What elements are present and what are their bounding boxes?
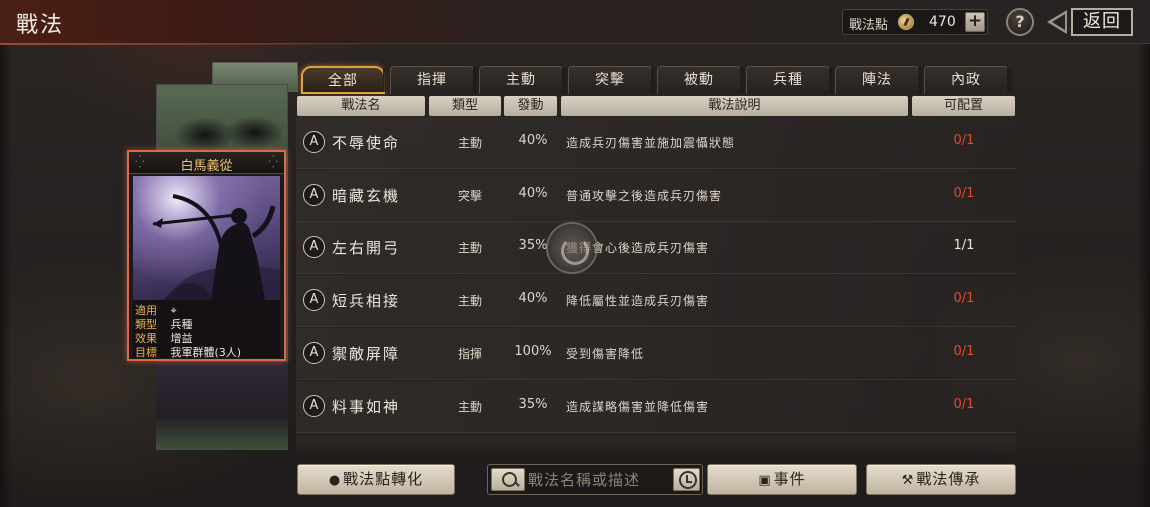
tactic-rate: 40% [518,186,548,201]
clock-icon[interactable] [673,468,700,491]
help-button[interactable]: ? [1006,8,1034,36]
tactic-available-count: 0/1 [953,291,975,306]
tactic-rate: 40% [518,133,548,148]
page-title: 戰法 [16,13,65,38]
tactic-type: 主動 [457,241,482,255]
tactic-description: 普通攻擊之後造成兵刃傷害 [566,189,723,203]
tactic-points-icon [898,14,914,30]
event-label: 事件 [773,470,806,488]
search-box [487,464,703,495]
tactic-rate: 40% [518,291,548,306]
back-button[interactable]: 返回 [1047,8,1139,36]
card-title-bar: 白馬義從 [129,152,284,174]
tab-troop[interactable]: 兵種 [746,66,837,94]
active-type-icon: A [303,236,325,258]
tactic-name: 不辱使命 [332,134,401,152]
active-type-icon: A [303,342,325,364]
top-bar: 戰法 戰法點 470 + ? 返回 [0,0,1150,45]
tactic-points-display: 戰法點 470 + [842,9,988,35]
tactic-description: 受到傷害降低 [566,347,645,361]
table-row[interactable]: A 不辱使命 主動 40% 造成兵刃傷害並施加震懾狀態 0/1 [296,117,1016,169]
column-header-description: 戰法說明 [561,96,908,116]
tactic-name: 短兵相接 [332,292,401,310]
fire-icon: ● [328,473,342,488]
table-row[interactable]: A 料事如神 主動 35% 造成謀略傷害並降低傷害 0/1 [296,381,1016,433]
tab-all[interactable]: 全部 [301,66,391,94]
tactic-available-count: 0/1 [953,133,975,148]
search-icon[interactable] [491,468,525,491]
tab-active[interactable]: 主動 [479,66,570,94]
tactic-type: 主動 [457,136,482,150]
tab-command[interactable]: 指揮 [390,66,481,94]
tactic-points-label: 戰法點 [849,18,889,33]
tactic-name: 暗藏玄機 [332,187,401,205]
tactic-type: 主動 [457,294,482,308]
tab-passive[interactable]: 被動 [657,66,748,94]
back-button-label: 返回 [1071,8,1133,36]
tactic-name: 左右開弓 [332,239,401,257]
card-info-value: 我軍群體(3人) [170,346,242,359]
table-row-partial [296,436,1016,452]
table-row[interactable]: A 禦敵屏障 指揮 100% 受到傷害降低 0/1 [296,328,1016,380]
selected-tactic-card[interactable]: 白馬義從 適用 ⌖ 類型 兵種 效果 增益 目標 我軍群體(3人) [127,150,286,361]
archer-silhouette-icon [152,194,280,300]
right-frame-edge [1138,44,1150,507]
active-type-icon: A [303,131,325,153]
table-row[interactable]: A 短兵相接 主動 40% 降低屬性並造成兵刃傷害 0/1 [296,275,1016,327]
tab-internal[interactable]: 內政 [924,66,1015,94]
tactic-available-count: 1/1 [953,238,975,253]
tab-formation[interactable]: 陣法 [835,66,926,94]
active-type-icon: A [303,184,325,206]
tactic-name: 料事如神 [332,398,401,416]
tactic-name: 禦敵屏障 [332,345,401,363]
table-row[interactable]: A 暗藏玄機 突擊 40% 普通攻擊之後造成兵刃傷害 0/1 [296,170,1016,222]
card-info-key: 目標 [135,346,157,359]
card-info-row: 目標 我軍群體(3人) [135,344,241,360]
tab-assault[interactable]: 突擊 [568,66,659,94]
tactic-available-count: 0/1 [953,344,975,359]
add-points-button[interactable]: + [965,12,985,32]
card-info-panel: 適用 ⌖ 類型 兵種 效果 增益 目標 我軍群體(3人) [133,300,280,360]
loading-spinner-icon [546,222,598,274]
event-button[interactable]: ▣ 事件 [707,464,857,495]
card-stack-bottom [156,362,288,450]
hammer-icon: ⚒ [901,473,915,488]
tactic-available-count: 0/1 [953,186,975,201]
left-frame-edge [0,44,12,507]
convert-points-button[interactable]: ● 戰法點轉化 [297,464,455,495]
inherit-button[interactable]: ⚒ 戰法傳承 [866,464,1016,495]
tactic-points-value: 470 [929,14,956,30]
card-art [133,176,280,300]
tactic-description: 降低屬性並造成兵刃傷害 [566,294,710,308]
tactic-type: 指揮 [457,347,482,361]
tactic-type: 主動 [457,400,482,414]
search-input[interactable] [528,469,668,491]
tactic-rate: 35% [518,397,548,412]
tactic-type: 突擊 [457,189,482,203]
tactic-available-count: 0/1 [953,397,975,412]
convert-points-label: 戰法點轉化 [343,470,424,488]
tactic-description: 造成兵刃傷害並施加震懾狀態 [566,136,736,150]
active-type-icon: A [303,289,325,311]
column-header-available[interactable]: 可配置 [912,96,1015,116]
inherit-label: 戰法傳承 [916,470,981,488]
active-type-icon: A [303,395,325,417]
tactic-rate: 100% [514,344,552,359]
column-header-type[interactable]: 類型 [429,96,501,116]
tactic-description: 造成謀略傷害並降低傷害 [566,400,710,414]
card-title: 白馬義從 [180,159,233,174]
column-header-rate[interactable]: 發動 [504,96,557,116]
alert-icon: ▣ [758,473,772,488]
column-header-name[interactable]: 戰法名 [297,96,425,116]
back-arrow-icon [1047,10,1067,34]
table-row[interactable]: A 左右開弓 主動 35% 獲得會心後造成兵刃傷害 1/1 [296,222,1016,274]
card-stack-art [172,100,282,150]
